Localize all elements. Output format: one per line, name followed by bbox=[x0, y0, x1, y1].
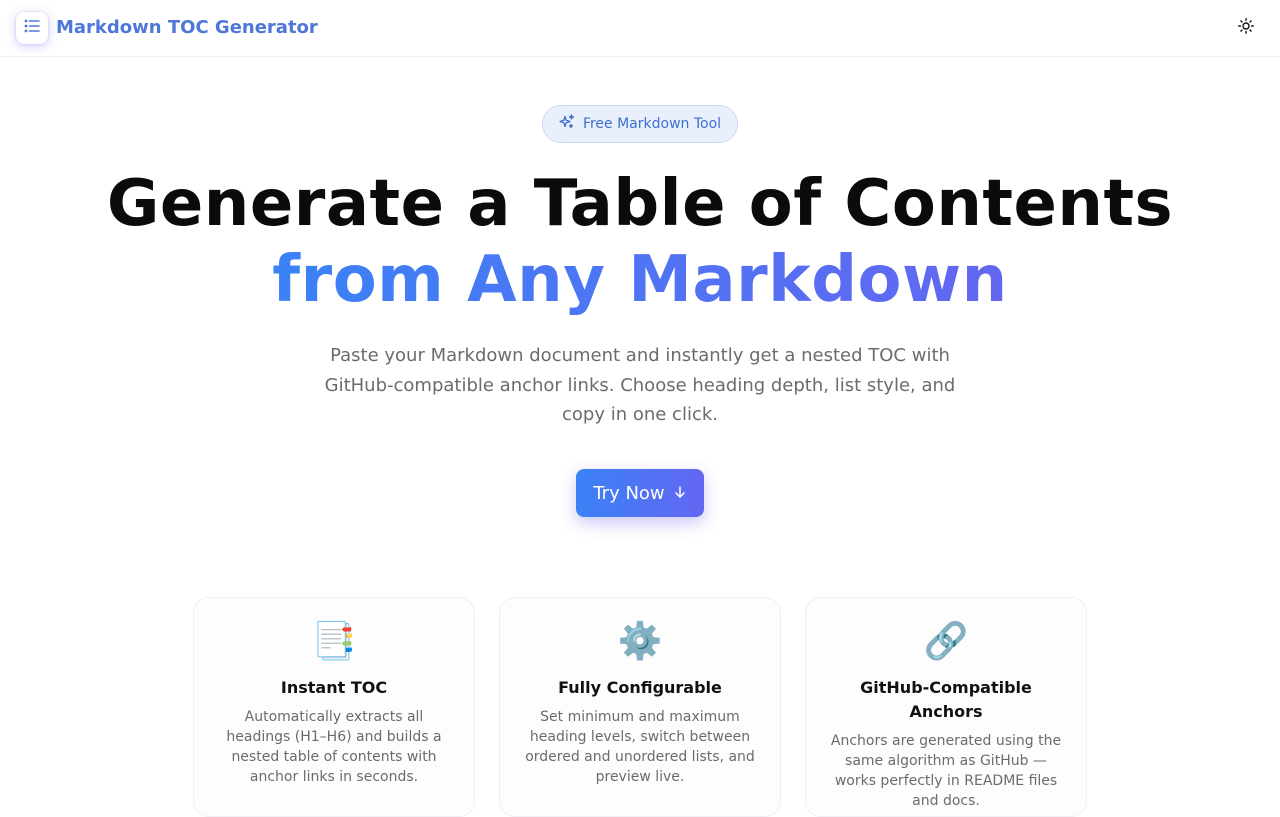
feature-card-configurable: ⚙️ Fully Configurable Set minimum and ma… bbox=[499, 597, 781, 817]
link-icon: 🔗 bbox=[923, 621, 969, 662]
try-now-label: Try Now bbox=[593, 482, 665, 504]
sparkles-icon bbox=[559, 114, 575, 134]
hero-title-line1: Generate a Table of Contents bbox=[106, 167, 1174, 241]
feature-description: Anchors are generated using the same alg… bbox=[830, 733, 1062, 809]
theme-toggle-button[interactable] bbox=[1234, 16, 1258, 40]
badge-label: Free Markdown Tool bbox=[582, 116, 722, 132]
hero-title-line2: from Any Markdown bbox=[0, 242, 1280, 318]
feature-title: Instant TOC bbox=[280, 678, 388, 697]
feature-card-instant-toc: 📑 Instant TOC Automatically extracts all… bbox=[193, 597, 475, 817]
feature-title: GitHub-Compatible Anchors bbox=[860, 678, 1032, 721]
bookmark-tabs-icon: 📑 bbox=[311, 621, 357, 662]
hero-title-gradient-text: from Any Markdown bbox=[272, 243, 1008, 317]
feature-title: Fully Configurable bbox=[558, 678, 722, 697]
menu-button[interactable] bbox=[16, 12, 48, 44]
brand-title[interactable]: Markdown TOC Generator bbox=[56, 16, 318, 40]
feature-description: Set minimum and maximum heading levels, … bbox=[525, 709, 755, 785]
feature-card-anchors: 🔗 GitHub-Compatible Anchors Anchors are … bbox=[805, 597, 1087, 817]
feature-description: Automatically extracts all headings (H1–… bbox=[226, 709, 442, 785]
try-now-button[interactable]: Try Now bbox=[576, 469, 704, 517]
hero-subtitle: Paste your Markdown document and instant… bbox=[324, 345, 956, 425]
list-icon bbox=[23, 17, 41, 39]
arrow-down-icon bbox=[673, 483, 687, 504]
gear-icon: ⚙️ bbox=[617, 621, 663, 662]
site-header: Markdown TOC Generator bbox=[0, 0, 1280, 57]
sun-icon bbox=[1238, 18, 1254, 38]
hero-badge: Free Markdown Tool bbox=[542, 105, 738, 143]
